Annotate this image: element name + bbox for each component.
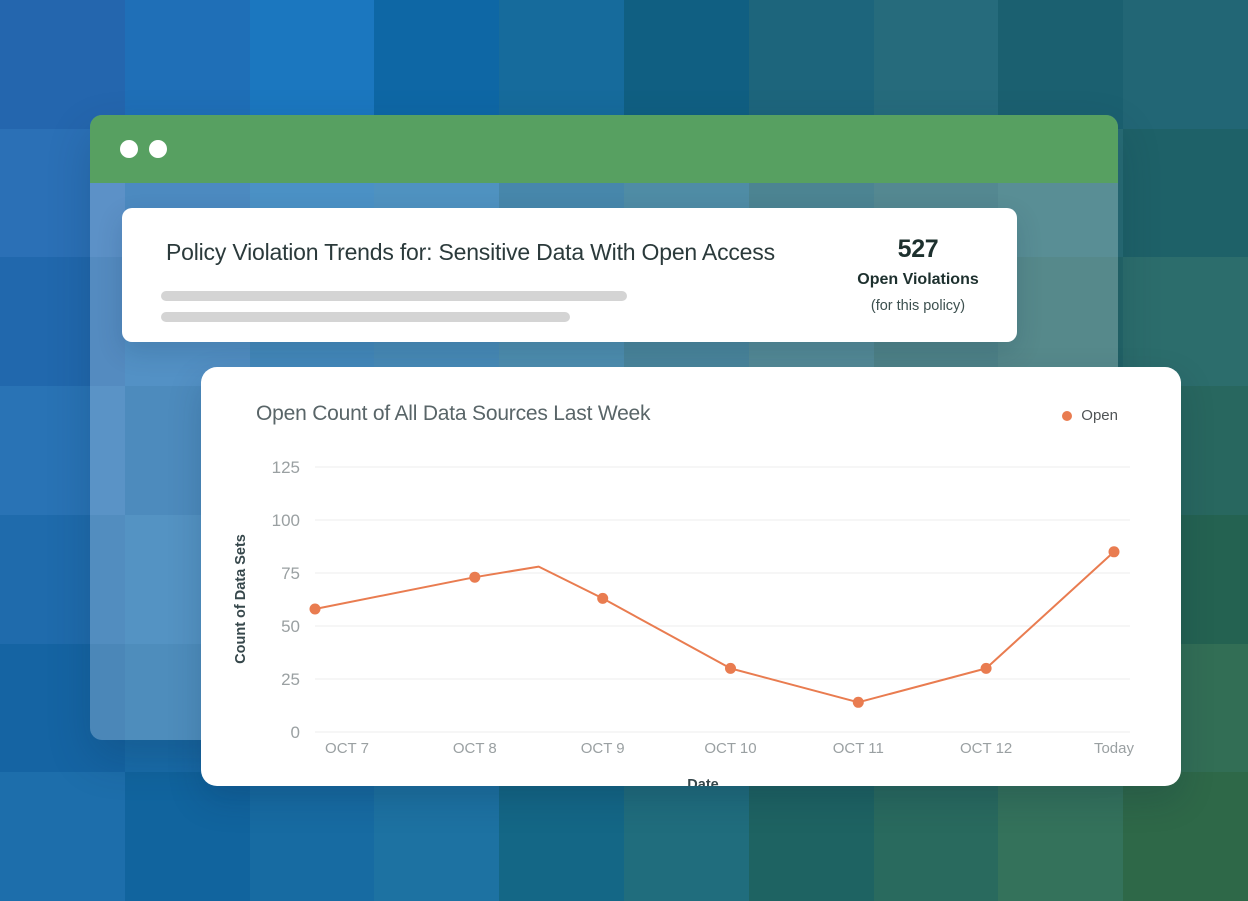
trend-chart: 0 25 50 75 100 125 OCT 7 OCT 8 OCT 9 OCT 10 OCT 11… [201, 367, 1181, 786]
data-point [597, 593, 608, 604]
x-tick-label: Today [1094, 740, 1135, 757]
y-tick-label: 100 [272, 511, 300, 530]
y-tick-label: 0 [291, 723, 300, 742]
background-tile [749, 0, 874, 129]
trend-line [315, 552, 1114, 703]
open-violations-label: Open Violations [833, 271, 1003, 289]
y-axis-title: Count of Data Sets [233, 534, 249, 664]
skeleton-bar [161, 312, 570, 322]
background-tile [499, 772, 624, 901]
open-violations-stat: 527 Open Violations (for this policy) [833, 235, 1003, 314]
y-tick-label: 25 [281, 670, 300, 689]
x-tick-label: OCT 11 [833, 740, 884, 757]
open-violations-sublabel: (for this policy) [833, 298, 1003, 314]
data-point [310, 604, 321, 615]
skeleton-bar [161, 291, 627, 301]
window-control-dot[interactable] [120, 140, 138, 158]
data-point [853, 697, 864, 708]
background-tile [125, 0, 250, 129]
background-tile [0, 0, 125, 129]
background-tile [749, 772, 874, 901]
background-tile [1123, 129, 1248, 258]
x-tick-label: OCT 12 [960, 740, 1012, 757]
open-violations-count: 527 [833, 235, 1003, 264]
data-point [1109, 546, 1120, 557]
chart-card: Open Count of All Data Sources Last Week… [201, 367, 1181, 786]
y-tick-label: 125 [272, 458, 300, 477]
background-tile [624, 0, 749, 129]
data-point [981, 663, 992, 674]
background-tile [125, 772, 250, 901]
policy-summary-card: Policy Violation Trends for: Sensitive D… [122, 208, 1017, 342]
window-control-dot[interactable] [149, 140, 167, 158]
x-tick-label: OCT 7 [325, 740, 369, 757]
background-tile [874, 0, 999, 129]
y-tick-label: 50 [281, 617, 300, 636]
x-tick-label: OCT 10 [704, 740, 756, 757]
data-point [469, 572, 480, 583]
background-tile [874, 772, 999, 901]
background-tile [0, 772, 125, 901]
y-tick-label: 75 [281, 564, 300, 583]
window-titlebar [90, 115, 1118, 183]
background-tile [250, 0, 375, 129]
background-tile [998, 0, 1123, 129]
data-point [725, 663, 736, 674]
background-tile [1123, 772, 1248, 901]
background-tile [374, 0, 499, 129]
background-tile [374, 772, 499, 901]
background-tile [499, 0, 624, 129]
policy-title: Policy Violation Trends for: Sensitive D… [166, 239, 775, 266]
x-axis-title: Date [687, 777, 718, 786]
background-tile [250, 772, 375, 901]
background-tile [624, 772, 749, 901]
background-tile [1123, 0, 1248, 129]
x-tick-label: OCT 8 [453, 740, 497, 757]
background-tile [998, 772, 1123, 901]
x-tick-label: OCT 9 [581, 740, 625, 757]
